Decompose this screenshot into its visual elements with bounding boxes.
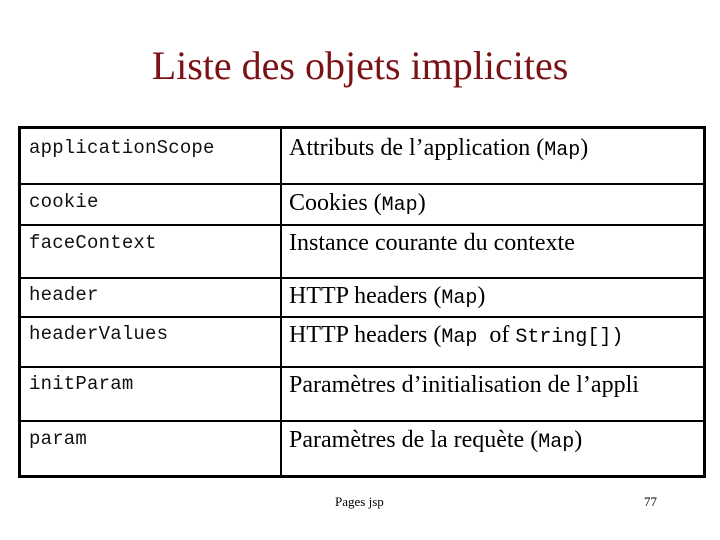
object-name: headerValues — [29, 323, 169, 345]
table-row: applicationScope Attributs de l’applicat… — [21, 129, 703, 184]
object-description: Paramètres de la requète (Map) — [289, 427, 582, 454]
description-type: Map — [381, 194, 418, 217]
description-end: ) — [580, 135, 589, 161]
object-description: Cookies (Map) — [289, 190, 426, 217]
description-text: HTTP headers ( — [289, 322, 442, 348]
description-end: ) — [574, 427, 583, 453]
description-type-2: String[]) — [515, 326, 624, 349]
object-name: header — [29, 284, 99, 306]
object-description: HTTP headers (Map of String[]) — [289, 322, 623, 349]
description-type: Map — [441, 326, 490, 349]
table-row: cookie Cookies (Map) — [21, 183, 703, 225]
object-name: faceContext — [29, 232, 157, 254]
slide-title: Liste des objets implicites — [151, 43, 569, 88]
description-type: Map — [441, 287, 478, 310]
object-description: HTTP headers (Map) — [289, 283, 485, 310]
table-row: headerValues HTTP headers (Map of String… — [21, 316, 703, 367]
object-description: Instance courante du contexte — [289, 230, 575, 257]
description-end: ) — [477, 283, 486, 309]
object-description: Attributs de l’application (Map) — [289, 135, 588, 162]
object-description: Paramètres d’initialisation de l’appli — [289, 372, 639, 399]
object-name: cookie — [29, 191, 99, 213]
object-name: param — [29, 428, 88, 450]
object-name: initParam — [29, 373, 134, 395]
table-row: param Paramètres de la requète (Map) — [21, 420, 703, 478]
page-number: 77 — [644, 494, 657, 509]
object-name: applicationScope — [29, 137, 215, 159]
description-text: Attributs de l’application ( — [289, 135, 545, 161]
table-row: faceContext Instance courante du context… — [21, 224, 703, 278]
description-text: Cookies ( — [289, 190, 382, 216]
implicit-objects-table: applicationScope Attributs de l’applicat… — [18, 126, 706, 478]
description-text: HTTP headers ( — [289, 283, 442, 309]
description-text: Paramètres de la requète ( — [289, 427, 539, 453]
table-row: initParam Paramètres d’initialisation de… — [21, 366, 703, 421]
description-type: Map — [538, 431, 575, 454]
footer-label: Pages jsp — [335, 494, 384, 509]
description-text: Paramètres d’initialisation de l’appli — [289, 372, 639, 398]
table-row: header HTTP headers (Map) — [21, 277, 703, 317]
description-end: ) — [417, 190, 426, 216]
description-mid: of — [489, 322, 516, 348]
description-text: Instance courante du contexte — [289, 230, 575, 256]
description-type: Map — [544, 139, 581, 162]
